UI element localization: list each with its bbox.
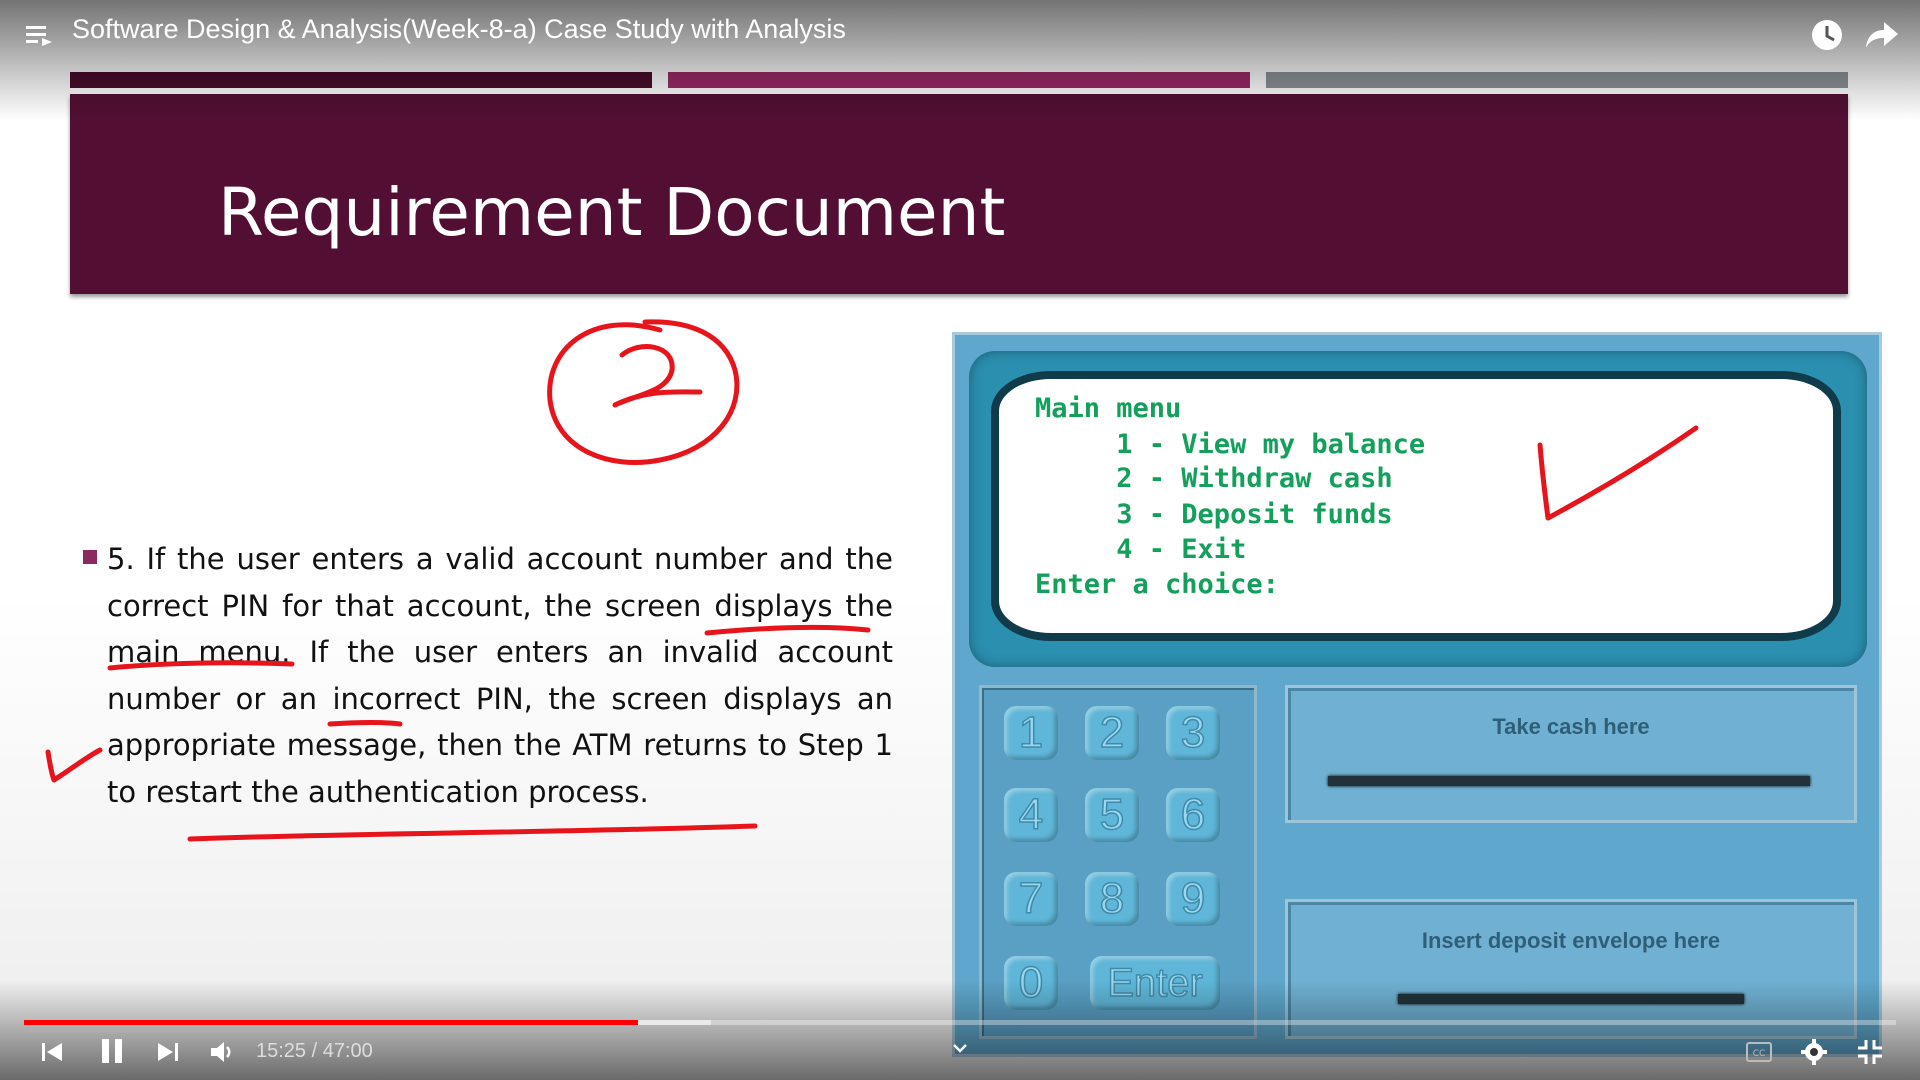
time-display: 15:25 / 47:00 [256,1040,373,1062]
svg-text:CC: CC [1753,1049,1766,1059]
circled-two-annotation [547,319,740,465]
atm-screen-line: Main menu [1035,393,1182,424]
atm-screen-line: 2 - Withdraw cash [1035,463,1393,494]
atm-screen: Main menu 1 - View my balance 2 - Withdr… [991,371,1841,641]
bullet-marker [83,550,97,564]
slide: Requirement Document 5. If the user ente… [0,0,1920,1080]
share-icon[interactable] [1864,18,1900,52]
atm-screen-frame: Main menu 1 - View my balance 2 - Withdr… [969,351,1867,667]
title-band: Requirement Document [70,94,1848,294]
atm-screen-line: 1 - View my balance [1035,429,1426,460]
playlist-icon[interactable] [26,24,54,48]
atm-screen-line: Enter a choice: [1035,569,1279,600]
progress-bar[interactable] [24,1020,1896,1025]
pause-icon[interactable] [98,1036,126,1066]
take-cash-label: Take cash here [1492,714,1650,739]
next-icon[interactable] [156,1040,180,1064]
progress-played [24,1020,639,1025]
key-9: 9 [1166,872,1220,926]
key-5: 5 [1085,788,1139,842]
clock-icon[interactable] [1810,18,1844,52]
key-7: 7 [1004,872,1058,926]
checkmark-annotation [45,747,103,783]
settings-icon[interactable] [1800,1038,1828,1066]
key-6: 6 [1166,788,1220,842]
chevron-down-icon[interactable] [950,1040,970,1056]
volume-icon[interactable] [208,1038,236,1066]
key-1: 1 [1004,706,1058,760]
deposit-label: Insert deposit envelope here [1421,928,1721,953]
key-2: 2 [1085,706,1139,760]
atm-screen-line: 3 - Deposit funds [1035,499,1393,530]
atm-illustration: Main menu 1 - View my balance 2 - Withdr… [952,332,1882,1057]
underline-annotation [187,823,758,842]
controls-shade [0,980,1920,1080]
key-8: 8 [1085,872,1139,926]
captions-icon[interactable]: CC [1746,1042,1772,1062]
key-3: 3 [1166,706,1220,760]
exit-fullscreen-icon[interactable] [1856,1038,1884,1066]
circled-two-annotation [612,344,703,408]
previous-icon[interactable] [40,1040,64,1064]
video-title[interactable]: Software Design & Analysis(Week-8-a) Cas… [72,14,846,45]
cash-dispenser-panel: Take cash here [1285,685,1857,823]
key-4: 4 [1004,788,1058,842]
slide-title: Requirement Document [218,174,1006,251]
cash-slot [1328,776,1810,786]
requirement-paragraph: 5. If the user enters a valid account nu… [107,542,893,809]
atm-screen-line: 4 - Exit [1035,534,1247,565]
